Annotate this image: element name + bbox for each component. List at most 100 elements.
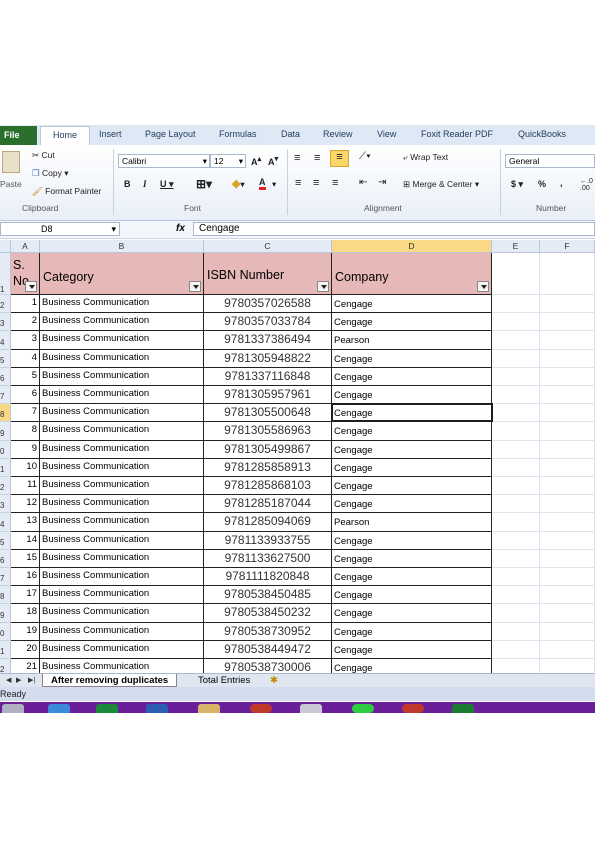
insert-function-icon[interactable]: fx [176,223,185,234]
empty-cell[interactable] [492,477,540,495]
cell-isbn[interactable]: 9780538450232 [204,604,332,623]
paste-button[interactable]: Paste [0,179,22,189]
app-icon[interactable] [300,704,322,713]
cell-isbn[interactable]: 9781305948822 [204,350,332,368]
sheet-tab-total-entries[interactable]: Total Entries [190,674,258,687]
last-sheet-icon[interactable]: ▶| [28,676,35,684]
empty-cell[interactable] [540,350,595,368]
column-header-f[interactable]: F [540,240,595,253]
row-header[interactable]: 2 [0,295,11,313]
empty-cell[interactable] [492,404,540,422]
tab-foxit-reader-pdf[interactable]: Foxit Reader PDF [421,129,493,139]
column-header-d[interactable]: D [332,240,492,253]
row-header[interactable]: 2 [0,477,11,495]
empty-cell[interactable] [540,331,595,350]
cell-sno[interactable]: 20 [11,641,40,659]
increase-decimal-icon[interactable]: ←.0.00 [580,178,593,192]
word-icon[interactable] [146,704,168,713]
empty-cell[interactable] [492,350,540,368]
app-icon[interactable] [402,704,424,713]
cell-isbn[interactable]: 9781133627500 [204,550,332,568]
row-header[interactable]: 9 [0,422,11,441]
row-header[interactable]: 1 [0,253,11,295]
align-right-icon[interactable]: ≡ [332,177,338,189]
align-left-icon[interactable]: ≡ [295,177,301,189]
cell-category[interactable]: Business Communication [40,441,204,459]
italic-button[interactable]: I [143,179,147,189]
empty-cell[interactable] [492,532,540,550]
column-header-b[interactable]: B [40,240,204,253]
row-header[interactable]: 6 [0,368,11,386]
cell-isbn[interactable]: 9781337116848 [204,368,332,386]
empty-cell[interactable] [492,422,540,441]
cell-company[interactable]: Pearson [332,331,492,350]
empty-cell[interactable] [492,253,540,295]
empty-cell[interactable] [540,532,595,550]
empty-cell[interactable] [492,295,540,313]
cell-isbn[interactable]: 9781305586963 [204,422,332,441]
select-all-corner[interactable] [0,240,11,253]
font-size-dropdown[interactable]: 12 ▾ [210,154,246,168]
align-middle-icon[interactable]: ≡ [314,152,320,164]
row-header[interactable]: 4 [0,331,11,350]
cell-sno[interactable]: 6 [11,386,40,404]
cell-company[interactable]: Cengage [332,313,492,331]
cell-isbn[interactable]: 9781305499867 [204,441,332,459]
decrease-indent-icon[interactable]: ⇤ [359,177,367,188]
row-header[interactable]: 3 [0,313,11,331]
cell-sno[interactable]: 2 [11,313,40,331]
tab-view[interactable]: View [377,129,396,139]
tab-file[interactable]: File [0,126,37,145]
cell-company[interactable]: Cengage [332,404,492,422]
cell-company[interactable]: Cengage [332,459,492,477]
wrap-text-button[interactable]: ⤶ Wrap Text [403,152,448,163]
cell-sno[interactable]: 11 [11,477,40,495]
cell-company[interactable]: Cengage [332,568,492,586]
cell-sno[interactable]: 4 [11,350,40,368]
align-bottom-icon[interactable]: ≡ [330,150,349,167]
cell-category[interactable]: Business Communication [40,532,204,550]
currency-button[interactable]: $ ▾ [511,179,523,190]
chrome-icon[interactable] [352,704,374,713]
empty-cell[interactable] [492,313,540,331]
cell-company[interactable]: Cengage [332,641,492,659]
cell-category[interactable]: Business Communication [40,623,204,641]
cell-company[interactable]: Cengage [332,532,492,550]
font-color-icon[interactable]: A [259,178,266,190]
cell-category[interactable]: Business Communication [40,422,204,441]
cell-isbn[interactable]: 9781305957961 [204,386,332,404]
cell-category[interactable]: Business Communication [40,568,204,586]
empty-cell[interactable] [492,641,540,659]
cell-company[interactable]: Cengage [332,422,492,441]
empty-cell[interactable] [540,550,595,568]
empty-cell[interactable] [492,550,540,568]
tab-page-layout[interactable]: Page Layout [145,129,196,139]
row-header[interactable]: 0 [0,623,11,641]
borders-icon[interactable]: ⊞▾ [196,177,212,191]
empty-cell[interactable] [540,253,595,295]
cell-sno[interactable]: 18 [11,604,40,623]
shrink-font-button[interactable]: A▾ [268,154,278,167]
tab-formulas[interactable]: Formulas [219,129,257,139]
empty-cell[interactable] [540,495,595,513]
row-header[interactable]: 4 [0,513,11,532]
cell-sno[interactable]: 15 [11,550,40,568]
bold-button[interactable]: B [124,179,131,189]
empty-cell[interactable] [540,568,595,586]
cell-sno[interactable]: 9 [11,441,40,459]
cell-company[interactable]: Pearson [332,513,492,532]
paste-icon[interactable] [2,151,20,173]
internet-explorer-icon[interactable] [48,704,70,713]
cell-isbn[interactable]: 9780357026588 [204,295,332,313]
empty-cell[interactable] [540,477,595,495]
increase-indent-icon[interactable]: ⇥ [378,177,386,188]
cell-sno[interactable]: 1 [11,295,40,313]
filter-dropdown-icon[interactable] [25,281,37,292]
empty-cell[interactable] [540,641,595,659]
empty-cell[interactable] [492,586,540,604]
sheet-tab-after-removing-duplicates[interactable]: After removing duplicates [42,674,178,687]
row-header[interactable]: 1 [0,641,11,659]
cell-company[interactable]: Cengage [332,386,492,404]
empty-cell[interactable] [492,441,540,459]
empty-cell[interactable] [540,313,595,331]
